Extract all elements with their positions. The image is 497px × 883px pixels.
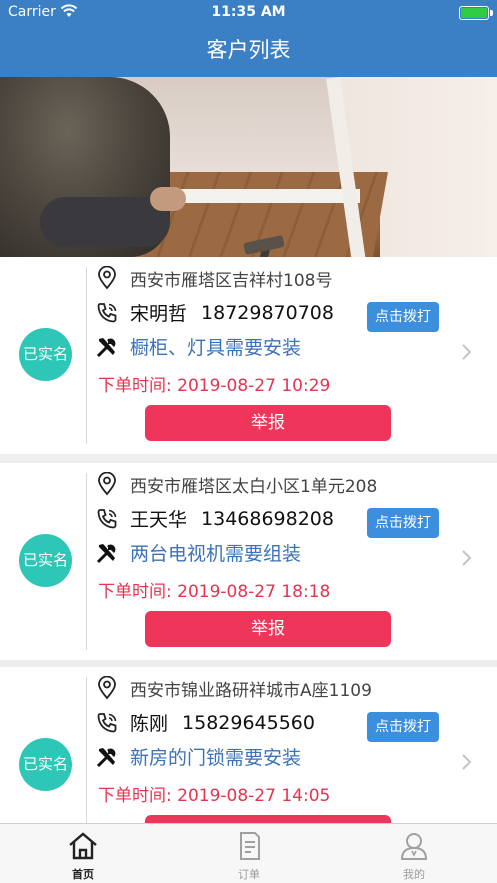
verified-badge: 已实名 [19,738,72,791]
phone-icon [94,506,120,532]
battery-icon [459,6,493,20]
customer-phone: 13468698208 [201,507,334,530]
report-button[interactable]: 举报 [145,405,391,441]
order-time: 下单时间: 2019-08-27 10:29 [98,376,331,396]
task-description: 橱柜、灯具需要安装 [130,337,302,359]
document-icon [233,830,265,862]
location-pin-icon [94,471,120,497]
call-button[interactable]: 点击拨打 [367,508,439,538]
phone-icon [94,710,120,736]
order-time: 下单时间: 2019-08-27 14:05 [98,786,331,806]
customer-card[interactable]: 已实名 西安市雁塔区吉祥村108号 宋明哲 18729870708 点击拨打 橱… [0,257,497,454]
tab-label: 我的 [403,868,425,881]
order-time: 下单时间: 2019-08-27 18:18 [98,582,331,602]
call-button[interactable]: 点击拨打 [367,302,439,332]
tab-orders[interactable]: 订单 [166,824,332,883]
nav-bar: 客户列表 [0,26,497,77]
home-icon [67,830,99,862]
verified-badge: 已实名 [19,534,72,587]
tab-label: 首页 [72,868,94,881]
page-title: 客户列表 [206,38,291,62]
tools-icon [94,334,120,360]
tab-profile[interactable]: 我的 [331,824,497,883]
divider [86,267,87,444]
chevron-right-icon[interactable] [460,341,474,363]
tools-icon [94,540,120,566]
customer-name: 陈刚 [130,713,169,735]
call-button[interactable]: 点击拨打 [367,712,439,742]
task-description: 两台电视机需要组装 [130,543,302,565]
address-text: 西安市雁塔区吉祥村108号 [130,270,333,291]
customer-name: 宋明哲 [130,303,188,325]
report-button[interactable]: 举报 [145,611,391,647]
address-text: 西安市锦业路研祥城市A座1109 [130,680,372,701]
status-bar: Carrier 11:35 AM [0,0,497,26]
tab-home[interactable]: 首页 [0,824,166,883]
verified-badge: 已实名 [19,328,72,381]
clock: 11:35 AM [211,4,286,20]
customer-name: 王天华 [130,509,188,531]
location-pin-icon [94,675,120,701]
address-text: 西安市雁塔区太白小区1单元208 [130,476,378,497]
tab-bar: 首页 订单 我的 [0,823,497,883]
tab-label: 订单 [238,868,260,881]
location-pin-icon [94,265,120,291]
customer-phone: 15829645560 [182,711,315,734]
phone-icon [94,300,120,326]
chevron-right-icon[interactable] [460,547,474,569]
tools-icon [94,744,120,770]
task-description: 新房的门锁需要安装 [130,747,302,769]
divider [86,473,87,650]
banner-image[interactable] [0,77,497,257]
chevron-right-icon[interactable] [460,751,474,773]
customer-card[interactable]: 已实名 西安市雁塔区太白小区1单元208 王天华 13468698208 点击拨… [0,463,497,660]
customer-phone: 18729870708 [201,301,334,324]
user-icon [398,830,430,862]
